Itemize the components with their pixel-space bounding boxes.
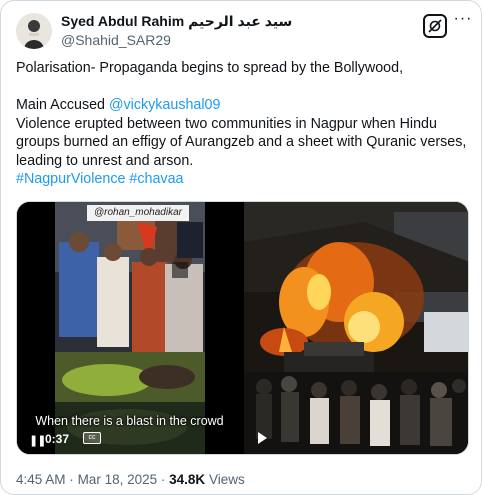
captions-button[interactable]: cc — [83, 432, 101, 444]
tweet-line: groups burned an effigy of Aurangzeb and… — [16, 134, 467, 150]
hashtag-link[interactable]: #chavaa — [129, 171, 183, 187]
grok-button[interactable] — [423, 14, 447, 38]
tweet-line: Polarisation- Propaganda begins to sprea… — [16, 60, 404, 76]
accused-prefix: Main Accused — [16, 97, 109, 113]
meta-separator: · — [69, 472, 74, 487]
media-grid: @rohan_mohadikar When there is a blast i… — [16, 201, 469, 455]
more-icon: ··· — [453, 10, 473, 27]
tweet-text: Polarisation- Propaganda begins to sprea… — [16, 59, 471, 189]
avatar-image — [16, 13, 52, 49]
grok-icon — [428, 19, 442, 33]
tweet-line: Main Accused @vickykaushal09 — [16, 96, 471, 115]
pause-icon[interactable]: ❚❚ — [29, 434, 46, 447]
video-left[interactable]: @rohan_mohadikar When there is a blast i… — [17, 202, 242, 454]
views-label: Views — [208, 472, 245, 487]
hashtag-link[interactable]: #NagpurViolence — [16, 171, 125, 187]
hashtag-line: #NagpurViolence #chavaa — [16, 170, 471, 189]
views-count: 34.8K — [169, 472, 206, 487]
tweet-time[interactable]: 4:45 AM — [16, 472, 66, 487]
author-display-name[interactable]: Syed Abdul Rahim سيد عبد الرحيم — [61, 13, 292, 30]
more-button[interactable]: ··· — [453, 11, 473, 31]
tweet-line: leading to unrest and arson. — [16, 152, 194, 169]
video-caption: When there is a blast in the crowd — [35, 414, 224, 428]
video-time: 0:37 — [45, 432, 70, 446]
author-handle[interactable]: @Shahid_SAR29 — [61, 32, 171, 48]
meta-separator: · — [160, 472, 166, 487]
tweet-date[interactable]: Mar 18, 2025 — [78, 472, 158, 487]
tweet-card[interactable]: Syed Abdul Rahim سيد عبد الرحيم @Shahid_… — [0, 0, 482, 495]
video-watermark: @rohan_mohadikar — [87, 205, 189, 221]
avatar[interactable] — [16, 13, 52, 49]
tweet-line: Violence erupted between two communities… — [16, 115, 437, 132]
tweet-meta: 4:45 AM · Mar 18, 2025 · 34.8K Views — [16, 472, 245, 487]
mention-link[interactable]: @vickykaushal09 — [109, 97, 220, 113]
video-right[interactable] — [244, 202, 468, 454]
play-icon[interactable] — [258, 432, 267, 444]
video-right-frame — [244, 202, 468, 454]
